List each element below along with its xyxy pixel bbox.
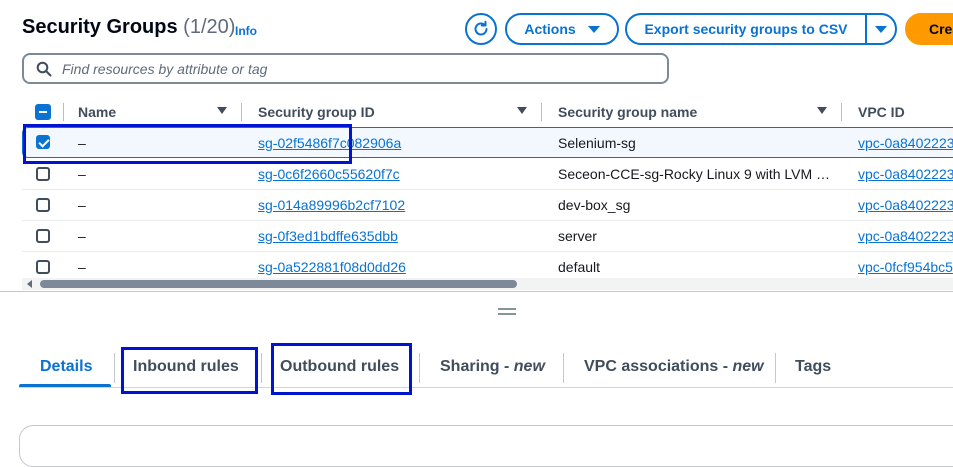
new-badge: new [513,358,545,375]
cell-vpc-id-link[interactable]: vpc-0a8402223 [858,135,953,151]
cell-sg-name: Seceon-CCE-sg-Rocky Linux 9 with LVM … [558,166,831,182]
column-header-sg-name[interactable]: Security group name [558,104,697,120]
export-csv-button[interactable]: Export security groups to CSV [625,13,867,45]
column-divider[interactable] [241,103,242,121]
cell-vpc-id-link[interactable]: vpc-0a8402223 [858,228,953,244]
row-checkbox[interactable] [36,167,50,181]
cell-sg-name: default [558,259,601,275]
refresh-icon [474,20,488,36]
cell-vpc-id-link[interactable]: vpc-0a8402223 [858,166,953,182]
export-dropdown-button[interactable] [865,13,897,45]
caret-down-icon [875,25,887,33]
tab-divider [261,353,262,383]
tab-vpc-associations[interactable]: VPC associations - new [584,358,764,376]
sort-icon[interactable] [817,107,827,114]
cell-sg-id-link[interactable]: sg-0f3ed1bdffe635dbb [258,228,398,244]
refresh-button[interactable] [465,13,497,45]
cell-sg-name: server [558,228,597,244]
details-panel [19,425,953,467]
new-badge: new [732,358,764,375]
tab-sharing-label: Sharing - [440,358,514,375]
search-icon [36,61,52,76]
search-input[interactable] [60,59,664,78]
info-link[interactable]: Info [235,24,257,38]
split-divider [0,291,953,292]
highlight-box-outbound-tab [271,343,412,395]
tab-tags[interactable]: Tags [795,358,831,376]
page-title: Security Groups (1/20) [22,16,235,39]
sort-icon[interactable] [517,107,527,114]
actions-button[interactable]: Actions [505,13,619,45]
column-header-vpc-id[interactable]: VPC ID [858,104,905,120]
handle-line [498,313,516,315]
highlight-box-selected-row [23,124,352,164]
cell-vpc-id-link[interactable]: vpc-0a8402223 [858,197,953,213]
selection-count: (1/20) [183,16,236,38]
tab-divider [114,353,115,383]
search-box[interactable] [22,53,669,84]
tab-sharing[interactable]: Sharing - new [440,358,545,376]
actions-label: Actions [524,21,576,37]
cell-name: – [78,228,86,244]
create-label: Create [929,21,953,37]
cell-sg-id-link[interactable]: sg-0a522881f08d0dd26 [258,259,406,275]
cell-name: – [78,166,86,182]
column-divider [63,103,64,121]
table-row[interactable] [22,189,953,221]
row-checkbox[interactable] [36,260,50,274]
cell-sg-id-link[interactable]: sg-0c6f2660c55620f7c [258,166,400,182]
tab-divider [563,353,564,383]
tab-divider [775,353,776,383]
caret-down-icon [587,25,600,33]
tab-vpc-label: VPC associations - [584,358,733,375]
export-label: Export security groups to CSV [644,21,848,37]
table-row[interactable] [22,220,953,252]
resize-handle-icon[interactable] [496,306,518,316]
row-checkbox[interactable] [36,198,50,212]
cell-name: – [78,197,86,213]
select-all-checkbox[interactable] [35,104,51,120]
highlight-box-inbound-tab [121,347,258,394]
sort-icon[interactable] [217,107,227,114]
tab-details[interactable]: Details [40,358,92,376]
create-security-group-button[interactable]: Create [905,13,953,45]
scrollbar-thumb[interactable] [40,280,517,288]
cell-name: – [78,259,86,275]
cell-sg-id-link[interactable]: sg-014a89996b2cf7102 [258,197,405,213]
cell-vpc-id-link[interactable]: vpc-0fcf954bc5 [858,259,953,275]
scroll-left-icon[interactable] [27,280,32,288]
column-header-name[interactable]: Name [78,104,116,120]
column-divider[interactable] [841,103,842,121]
row-checkbox[interactable] [36,229,50,243]
column-header-sg-id[interactable]: Security group ID [258,104,375,120]
page-title-text: Security Groups [22,16,178,38]
handle-line [498,308,516,310]
cell-sg-name: Selenium-sg [558,135,636,151]
cell-sg-name: dev-box_sg [558,197,631,213]
column-divider[interactable] [541,103,542,121]
tab-divider [419,353,420,383]
